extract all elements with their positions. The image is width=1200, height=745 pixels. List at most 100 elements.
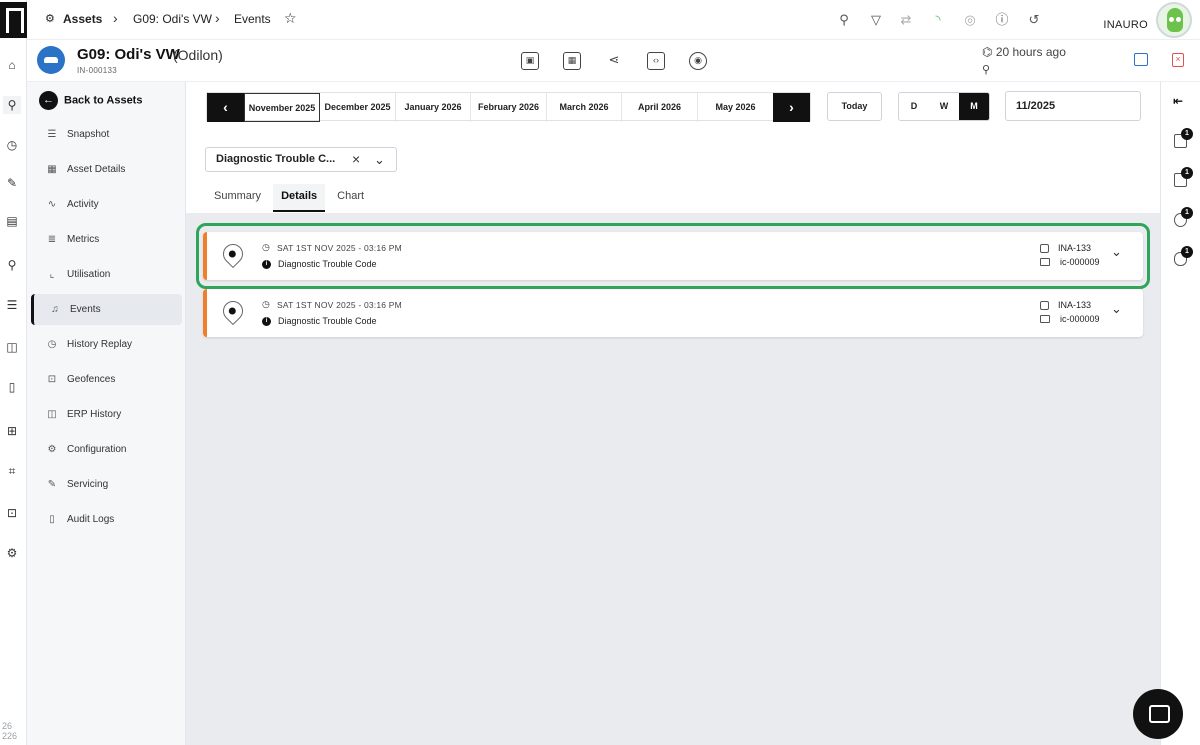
archive-icon[interactable] — [1134, 53, 1148, 66]
delete-icon[interactable]: × — [1172, 53, 1184, 67]
today-button[interactable]: Today — [827, 92, 882, 121]
wrench-icon[interactable]: ✎ — [3, 174, 21, 192]
month-february-2026[interactable]: February 2026 — [471, 93, 547, 122]
date-input[interactable]: 11/2025 — [1005, 91, 1141, 121]
gears-icon: ⚙ — [47, 444, 57, 455]
history-icon[interactable]: ◷ — [3, 136, 21, 154]
swap-icon[interactable]: ⇄ — [897, 11, 915, 29]
arrow-left-icon: ← — [39, 91, 58, 110]
month-may-2026[interactable]: May 2026 — [698, 93, 773, 122]
grid-icon[interactable]: ⊡ — [3, 504, 21, 522]
signal-icon[interactable]: ◝ — [929, 11, 947, 29]
nav-item-events[interactable]: ♫ Events — [31, 294, 182, 325]
star-icon[interactable]: ☆ — [284, 10, 297, 27]
breadcrumb-page: Events — [234, 12, 271, 26]
chip-icon[interactable]: ▦ — [563, 52, 581, 70]
notification-badge: 1 — [1181, 246, 1193, 258]
home-icon[interactable]: ⌂ — [3, 56, 21, 74]
pause-icon[interactable]: ◎ — [961, 11, 979, 29]
tab-summary[interactable]: Summary — [206, 184, 269, 212]
chart-icon: ⌞ — [49, 269, 55, 280]
clipboard-icon: ▯ — [49, 514, 55, 525]
chevron-down-icon[interactable]: ⌄ — [1111, 244, 1122, 260]
nav-item-activity[interactable]: ∿ Activity — [31, 189, 182, 220]
clock-icon: ◷ — [262, 242, 270, 252]
event-type-select[interactable]: Diagnostic Trouble C... × ⌄ — [205, 147, 397, 172]
nav-item-asset-details[interactable]: ▦ Asset Details — [31, 154, 182, 185]
avatar[interactable] — [1156, 2, 1192, 38]
frame-icon[interactable]: ▣ — [521, 52, 539, 70]
nav-item-audit-logs[interactable]: ▯ Audit Logs — [31, 504, 182, 535]
nav-item-servicing[interactable]: ✎ Servicing — [31, 469, 182, 500]
event-time: SAT 1ST NOV 2025 - 03:16 PM — [277, 300, 402, 310]
clear-icon[interactable]: × — [352, 148, 360, 171]
view-month-button[interactable]: M — [959, 93, 989, 120]
main-content: ‹ November 2025 December 2025 January 20… — [186, 82, 1160, 745]
prev-month-button[interactable]: ‹ — [207, 93, 244, 122]
event-type: Diagnostic Trouble Code — [278, 259, 377, 269]
event-card[interactable]: ◷ SAT 1ST NOV 2025 - 03:16 PM i Diagnost… — [203, 289, 1143, 337]
month-selector: ‹ November 2025 December 2025 January 20… — [206, 92, 811, 122]
nav-item-snapshot[interactable]: ☰ Snapshot — [31, 119, 182, 150]
geofence-icon: ⊡ — [47, 374, 57, 385]
nav-item-history-replay[interactable]: ◷ History Replay — [31, 329, 182, 360]
history-icon[interactable]: ↺ — [1025, 11, 1043, 29]
tab-chart[interactable]: Chart — [329, 184, 372, 212]
laptop-icon — [1040, 258, 1050, 266]
view-toggle: D W M — [898, 92, 990, 121]
breadcrumb-assets[interactable]: Assets — [63, 12, 102, 26]
nav-item-utilisation[interactable]: ⌞ Utilisation — [31, 259, 182, 290]
month-march-2026[interactable]: March 2026 — [547, 93, 622, 122]
info-icon[interactable]: ⓘ — [993, 11, 1011, 29]
next-month-button[interactable]: › — [773, 93, 810, 122]
chevron-down-icon[interactable]: ⌄ — [1111, 301, 1122, 317]
list-icon[interactable]: ☰ — [3, 296, 21, 314]
app-logo[interactable] — [0, 2, 27, 38]
month-january-2026[interactable]: January 2026 — [396, 93, 471, 122]
device-id: INA-133 — [1058, 300, 1092, 310]
erp-icon: ◫ — [47, 409, 57, 420]
user-name[interactable]: INAURO — [1103, 19, 1148, 31]
qr-icon: ▦ — [47, 164, 57, 175]
chevron-down-icon[interactable]: ⌄ — [374, 148, 385, 171]
assets-icon: ⚙ — [45, 13, 55, 25]
network-icon[interactable]: ⌗ — [3, 462, 21, 480]
chat-button[interactable] — [1133, 689, 1183, 739]
nav-item-metrics[interactable]: ≣ Metrics — [31, 224, 182, 255]
view-day-button[interactable]: D — [899, 93, 929, 120]
breadcrumb-asset[interactable]: G09: Odi's VW — [133, 12, 212, 26]
search-icon[interactable]: ⚲ — [3, 96, 21, 114]
settings-icon[interactable]: ⚙ — [3, 544, 21, 562]
notification-badge: 1 — [1181, 207, 1193, 219]
nav-item-geofences[interactable]: ⊡ Geofences — [31, 364, 182, 395]
eye-icon[interactable]: ◉ — [689, 52, 707, 70]
avatar-image — [1167, 8, 1183, 32]
search-icon[interactable]: ⚲ — [835, 11, 853, 29]
bell-icon: ♫ — [51, 304, 59, 315]
tab-details[interactable]: Details — [273, 184, 326, 212]
filter-icon[interactable]: ▽ — [867, 11, 885, 29]
view-week-button[interactable]: W — [929, 93, 959, 120]
event-card[interactable]: ◷ SAT 1ST NOV 2025 - 03:16 PM i Diagnost… — [203, 232, 1143, 280]
camera-icon[interactable]: ◫ — [3, 338, 21, 356]
month-april-2026[interactable]: April 2026 — [622, 93, 698, 122]
chevron-right-icon: › — [113, 10, 118, 26]
tree-icon[interactable]: ⊞ — [3, 422, 21, 440]
location-icon[interactable]: ⚲ — [982, 63, 990, 76]
share-icon[interactable]: ⋖ — [605, 52, 623, 70]
device-icon — [1040, 244, 1049, 253]
collapse-panel-icon[interactable]: ⇤ — [1173, 94, 1183, 108]
back-to-assets-button[interactable]: ← Back to Assets — [39, 91, 142, 110]
month-november-2025[interactable]: November 2025 — [244, 93, 320, 122]
nav-item-erp-history[interactable]: ◫ ERP History — [31, 399, 182, 430]
code-icon[interactable]: ‹› — [647, 52, 665, 70]
month-december-2025[interactable]: December 2025 — [320, 93, 396, 122]
zoom-icon[interactable]: ⚲ — [3, 256, 21, 274]
asset-id: IN-000133 — [77, 66, 118, 75]
chart-icon[interactable]: ▤ — [3, 212, 21, 230]
asset-code: ic-000009 — [1060, 257, 1100, 267]
wrench-icon: ✎ — [47, 479, 57, 490]
activity-icon: ∿ — [47, 199, 57, 210]
nav-item-configuration[interactable]: ⚙ Configuration — [31, 434, 182, 465]
document-icon[interactable]: ▯ — [3, 378, 21, 396]
